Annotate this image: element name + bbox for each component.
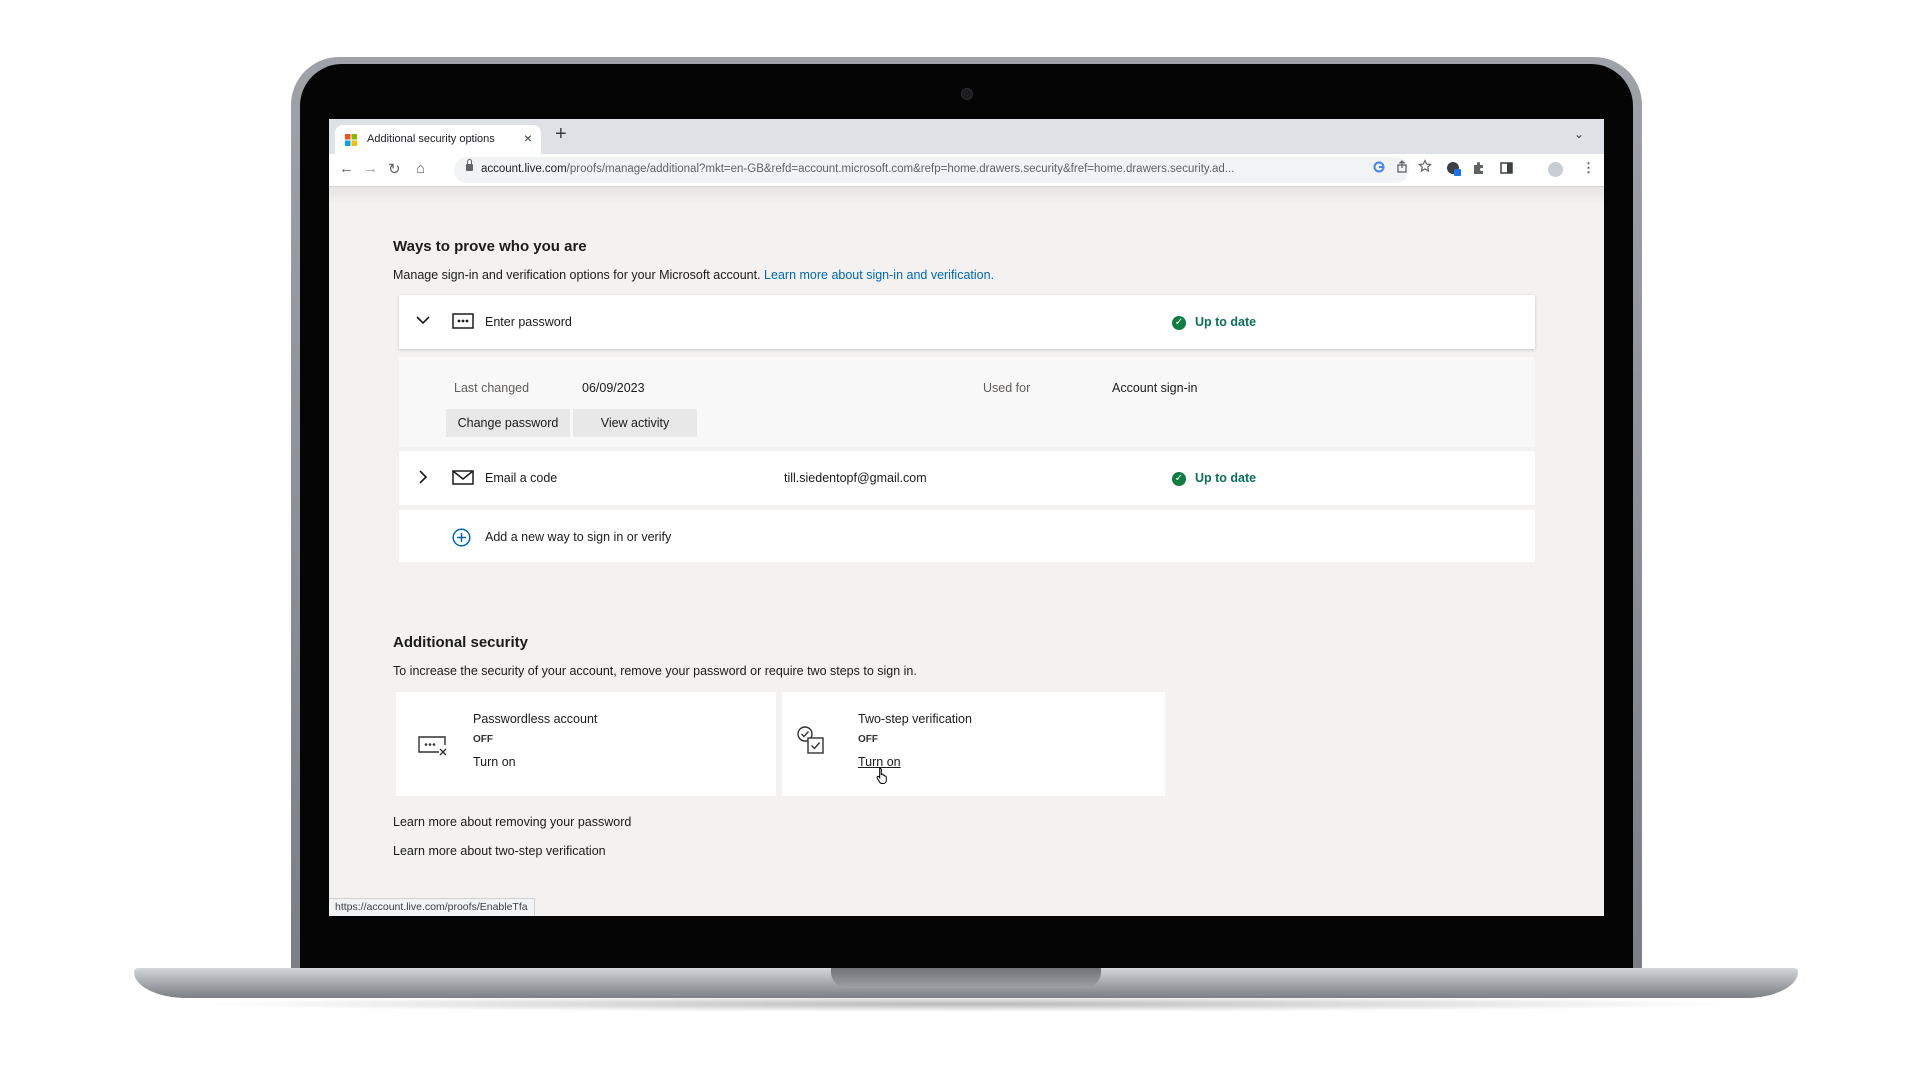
section-description-additional: To increase the security of your account… [393,664,917,678]
passwordless-card: Passwordless account OFF Turn on [396,692,776,796]
toolbar-shadow [329,186,1604,204]
last-changed-label: Last changed [454,381,530,395]
laptop-hinge-notch [831,968,1101,988]
two-step-title: Two-step verification [858,712,972,726]
laptop-shadow [190,996,1742,1012]
google-icon[interactable] [1373,161,1385,176]
password-details-panel: Last changed 06/09/2023 Used for Account… [399,357,1535,447]
browser-toolbar: ← → ↻ ⌂ account.live.com/proofs/manage/a… [329,154,1604,187]
home-button[interactable]: ⌂ [416,160,425,177]
new-tab-button[interactable]: + [555,123,567,146]
lock-icon[interactable] [466,159,473,171]
last-changed-value: 06/09/2023 [582,381,645,395]
add-new-way-row: Add a new way to sign in or verify [399,510,1535,562]
more-menu-icon[interactable]: ⋮ [1582,160,1595,176]
tab-additional-security[interactable]: Additional security options × [335,125,541,154]
learn-sign-in-link[interactable]: Learn more about sign-in and verificatio… [764,268,994,282]
extension-badge-icon[interactable] [1446,161,1462,180]
section-title-ways: Ways to prove who you are [393,238,587,255]
two-step-state: OFF [858,734,878,745]
webcam [961,88,973,100]
section-description-ways: Manage sign-in and verification options … [393,268,994,282]
two-step-card: Two-step verification OFF Turn on [782,692,1165,796]
two-step-verification-icon [797,726,824,754]
address-bar[interactable]: account.live.com/proofs/manage/additiona… [454,157,1409,183]
add-new-way-link[interactable]: Add a new way to sign in or verify [485,530,671,544]
passwordless-turn-on-link[interactable]: Turn on [473,755,516,769]
email-icon [452,470,474,485]
forward-button[interactable]: → [363,160,378,177]
close-icon[interactable]: × [524,130,532,146]
passwordless-icon [418,736,447,756]
ways-description-text: Manage sign-in and verification options … [393,268,761,282]
checkmark-icon: ✓ [1172,472,1186,486]
passwordless-state: OFF [473,734,493,745]
back-button[interactable]: ← [339,160,354,177]
chevron-down-icon[interactable] [416,316,430,325]
used-for-value: Account sign-in [1112,381,1198,395]
chevron-down-icon[interactable]: ⌄ [1574,127,1584,141]
tab-strip: Additional security options × + ⌄ [329,119,1604,154]
profile-avatar-icon[interactable] [1548,162,1563,177]
hand-cursor-icon [876,767,887,784]
side-panel-icon[interactable] [1500,162,1513,177]
view-activity-button[interactable]: View activity [573,409,697,437]
chevron-right-icon[interactable] [419,470,428,484]
section-title-additional: Additional security [393,634,529,651]
bookmark-star-icon[interactable] [1417,159,1433,176]
learn-two-step-link[interactable]: Learn more about two-step verification [393,844,606,858]
passwordless-title: Passwordless account [473,712,598,726]
share-icon[interactable] [1396,160,1408,176]
learn-remove-password-link[interactable]: Learn more about removing your password [393,815,631,829]
microsoft-logo-icon [345,134,357,146]
reload-button[interactable]: ↻ [388,160,401,178]
email-address: till.siedentopf@gmail.com [784,471,927,485]
email-status: Up to date [1195,471,1257,485]
password-method-row[interactable]: Enter password ✓ Up to date [399,295,1535,349]
checkmark-icon: ✓ [1172,316,1186,330]
status-bar-url: https://account.live.com/proofs/EnableTf… [329,898,535,916]
tab-title: Additional security options [367,133,495,145]
url-text[interactable]: account.live.com/proofs/manage/additiona… [481,163,1396,175]
password-method-label: Enter password [485,315,572,329]
email-method-label: Email a code [485,471,558,485]
add-circle-icon[interactable] [452,528,471,547]
change-password-button[interactable]: Change password [446,409,570,437]
password-icon [452,313,474,329]
email-method-row[interactable]: Email a code till.siedentopf@gmail.com ✓… [399,451,1535,505]
browser-window: Additional security options × + ⌄ ← → ↻ … [329,119,1604,916]
used-for-label: Used for [983,381,1031,395]
extensions-puzzle-icon[interactable] [1472,161,1486,178]
password-status: Up to date [1195,315,1257,329]
